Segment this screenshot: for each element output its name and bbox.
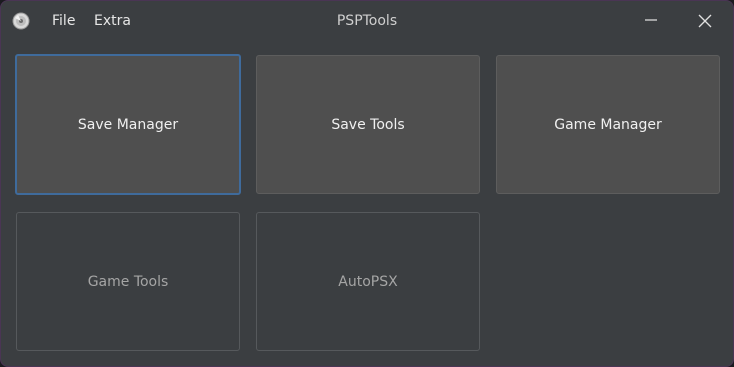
close-button[interactable] (682, 1, 728, 41)
game-manager-label: Game Manager (554, 116, 662, 133)
game-tools-label: Game Tools (87, 273, 169, 290)
game-manager-button[interactable]: Game Manager (496, 55, 720, 194)
minimize-icon (645, 19, 657, 21)
minimize-button[interactable] (628, 1, 674, 41)
window-title: PSPTools (336, 13, 398, 29)
close-icon (698, 14, 712, 28)
autopsx-button[interactable]: AutoPSX (256, 212, 480, 351)
autopsx-label: AutoPSX (338, 273, 398, 290)
title-bar[interactable]: File Extra PSPTools (1, 1, 733, 41)
save-manager-button[interactable]: Save Manager (15, 54, 241, 195)
main-window: File Extra PSPTools Save Manager Save To… (0, 0, 734, 367)
game-tools-button[interactable]: Game Tools (16, 212, 240, 351)
save-manager-label: Save Manager (77, 116, 179, 133)
save-tools-label: Save Tools (331, 116, 405, 133)
save-tools-button[interactable]: Save Tools (256, 55, 480, 194)
